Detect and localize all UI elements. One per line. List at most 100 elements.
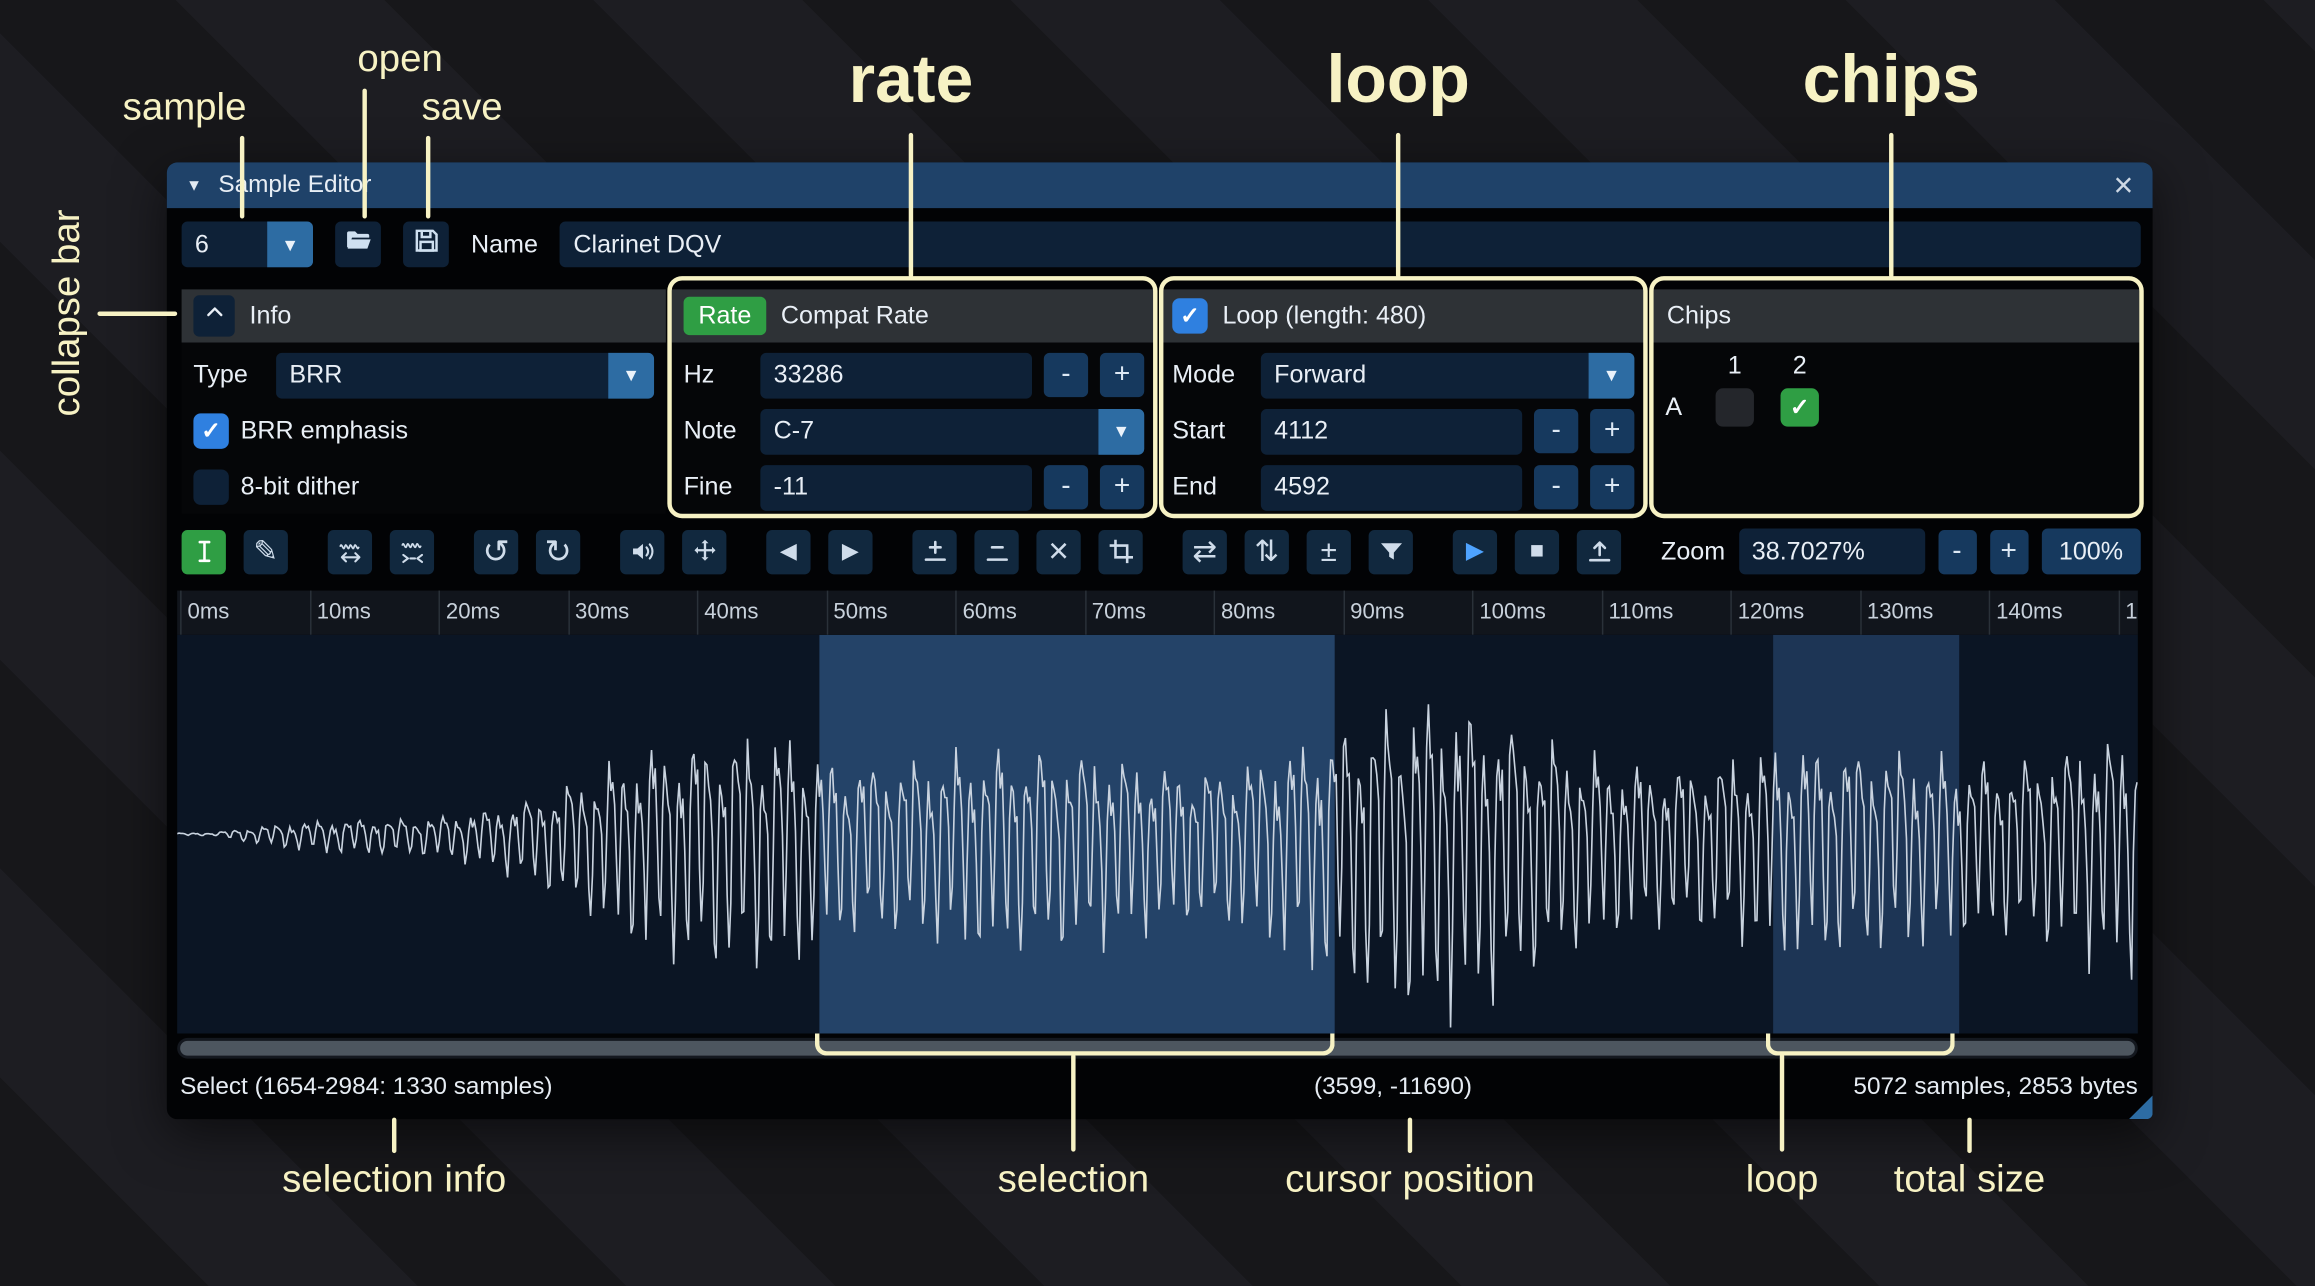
ruler-label: 150 <box>2125 599 2138 624</box>
ruler-tick <box>1084 591 1085 635</box>
annotation-cursor-position: cursor position <box>1285 1156 1535 1202</box>
cursor-position-text: (3599, -11690) <box>1314 1073 1472 1101</box>
zoom-reset-button[interactable]: 100% <box>2041 529 2141 575</box>
ruler-tick <box>2118 591 2119 635</box>
dither-checkbox[interactable] <box>193 469 228 504</box>
info-section: Info Type BRR ▼ ✓ BRR emphasis 8-bit dit… <box>182 289 666 513</box>
name-input[interactable]: Clarinet DQV <box>560 221 2141 267</box>
ruler-tick <box>1472 591 1473 635</box>
ruler-label: 110ms <box>1609 599 1674 624</box>
annotation-loop: loop <box>1326 38 1469 118</box>
annotation-selection: selection <box>998 1156 1150 1202</box>
apply-silence-button[interactable] <box>974 529 1018 573</box>
waveform-display[interactable] <box>177 635 2138 1034</box>
total-size-text: 5072 samples, 2853 bytes <box>1853 1073 2137 1101</box>
close-icon[interactable]: × <box>2114 168 2134 202</box>
delete-button[interactable]: × <box>1036 529 1080 573</box>
chevron-up-icon <box>203 301 225 331</box>
check-icon: ✓ <box>201 416 221 446</box>
annotation-collapse-bar: collapse bar <box>44 209 90 416</box>
ruler-label: 30ms <box>575 599 629 624</box>
ruler-tick <box>955 591 956 635</box>
signed-unsigned-button[interactable]: ± <box>1307 529 1351 573</box>
brr-emphasis-label: BRR emphasis <box>241 416 408 446</box>
info-header: Info <box>182 289 666 342</box>
create-wavetable-button[interactable] <box>1577 529 1621 573</box>
insert-silence-button[interactable] <box>912 529 956 573</box>
chevron-down-icon[interactable]: ▼ <box>267 221 313 267</box>
timeline-ruler[interactable]: 0ms10ms20ms30ms40ms50ms60ms70ms80ms90ms1… <box>177 591 2138 635</box>
ruler-tick <box>1730 591 1731 635</box>
stop-preview-button[interactable]: ■ <box>1515 529 1559 573</box>
apply-filter-button[interactable] <box>1369 529 1413 573</box>
annotation-line-chips <box>1889 133 1893 278</box>
reverse-button[interactable]: ⇄ <box>1183 529 1227 573</box>
save-button[interactable] <box>403 221 449 267</box>
annotation-line-sample <box>240 136 244 219</box>
ruler-tick <box>180 591 181 635</box>
edit-mode-draw-button[interactable]: ✎ <box>244 529 288 573</box>
waveform-plot <box>177 635 2138 1034</box>
normalize-button[interactable] <box>682 529 726 573</box>
trim-button[interactable] <box>1098 529 1142 573</box>
annotation-selection-info: selection info <box>282 1156 506 1202</box>
ruler-label: 60ms <box>963 599 1017 624</box>
folder-open-icon <box>343 226 373 263</box>
annotation-chips: chips <box>1803 38 1980 118</box>
amplify-button[interactable] <box>620 529 664 573</box>
resize-button[interactable] <box>328 529 372 573</box>
undo-button[interactable]: ↺ <box>474 529 518 573</box>
ruler-label: 50ms <box>833 599 887 624</box>
annotation-line-cursor-position <box>1408 1118 1412 1153</box>
open-button[interactable] <box>335 221 381 267</box>
ruler-tick <box>697 591 698 635</box>
type-dropdown[interactable]: BRR ▼ <box>276 352 654 398</box>
annotated-screenshot: ▼ Sample Editor × 6 ▼ Name Clarinet DQV <box>0 0 2315 1286</box>
ruler-tick <box>1343 591 1344 635</box>
collapse-bar-button[interactable] <box>193 295 234 336</box>
annotation-sample: sample <box>123 84 247 130</box>
zoom-in-button[interactable]: + <box>1989 529 2027 573</box>
status-bar: Select (1654-2984: 1330 samples) (3599, … <box>167 1059 2153 1120</box>
ruler-tick <box>1860 591 1861 635</box>
sample-selector-value: 6 <box>195 230 209 260</box>
type-label: Type <box>193 360 264 390</box>
ruler-label: 90ms <box>1350 599 1404 624</box>
annotation-line-rate <box>909 133 913 278</box>
annotation-line-selection-info <box>392 1118 396 1153</box>
redo-button[interactable]: ↻ <box>536 529 580 573</box>
ruler-tick <box>826 591 827 635</box>
resize-grip[interactable] <box>2129 1095 2153 1119</box>
annotation-total-size: total size <box>1894 1156 2045 1202</box>
ruler-label: 120ms <box>1738 599 1804 624</box>
ruler-label: 100ms <box>1479 599 1545 624</box>
ruler-label: 20ms <box>446 599 500 624</box>
ruler-tick <box>438 591 439 635</box>
ruler-label: 130ms <box>1867 599 1933 624</box>
edit-mode-select-button[interactable] <box>182 529 226 573</box>
zoom-out-button[interactable]: - <box>1938 529 1976 573</box>
ruler-tick <box>568 591 569 635</box>
annotation-save: save <box>422 84 503 130</box>
annotation-rate: rate <box>849 38 974 118</box>
zoom-label: Zoom <box>1661 537 1725 567</box>
fade-out-button[interactable]: ▶ <box>828 529 872 573</box>
annotation-bracket-selection <box>815 1033 1335 1055</box>
floppy-disk-icon <box>411 226 441 263</box>
resample-button[interactable] <box>390 529 434 573</box>
ruler-tick <box>1601 591 1602 635</box>
ruler-tick <box>1214 591 1215 635</box>
annotation-line-total-size <box>1967 1118 1971 1153</box>
ruler-label: 80ms <box>1221 599 1275 624</box>
window-collapse-icon[interactable]: ▼ <box>186 176 202 194</box>
fade-in-button[interactable]: ◀ <box>766 529 810 573</box>
ruler-label: 140ms <box>1996 599 2062 624</box>
preview-button[interactable]: ▶ <box>1453 529 1497 573</box>
titlebar[interactable]: ▼ Sample Editor × <box>167 162 2153 208</box>
invert-button[interactable]: ⇅ <box>1245 529 1289 573</box>
name-label: Name <box>471 230 538 260</box>
annotation-box-rate <box>667 276 1157 518</box>
zoom-value-input[interactable]: 38.7027% <box>1738 529 1924 575</box>
sample-selector[interactable]: 6 ▼ <box>182 221 313 267</box>
brr-emphasis-checkbox[interactable]: ✓ <box>193 413 228 448</box>
